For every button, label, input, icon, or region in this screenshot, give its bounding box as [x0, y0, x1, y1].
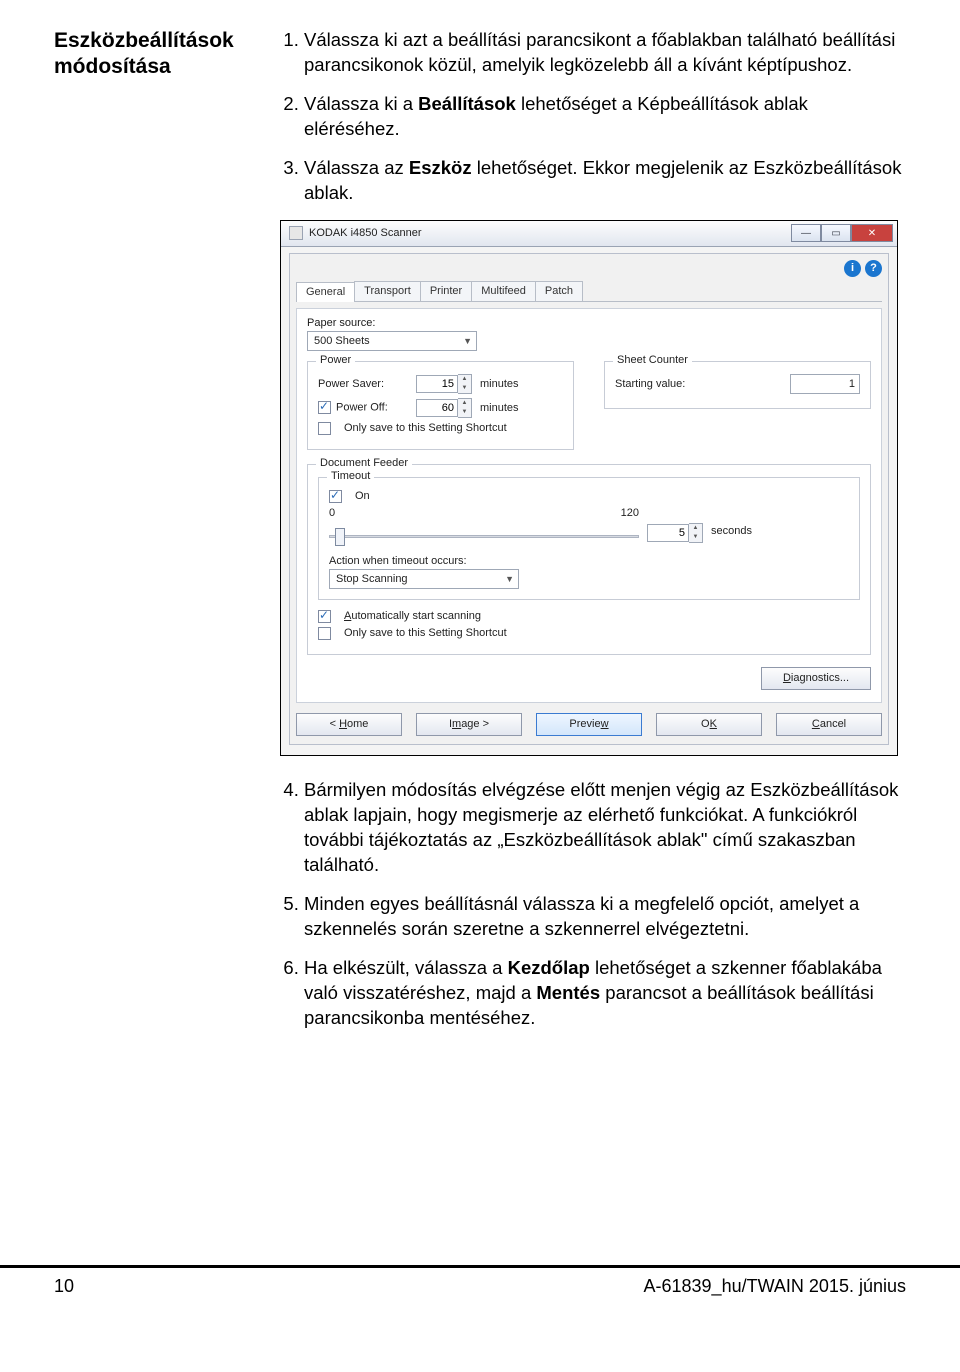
- window-title: KODAK i4850 Scanner: [309, 227, 422, 239]
- sheet-counter-group: Sheet Counter Starting value: 1: [604, 361, 871, 409]
- power-off-stepper[interactable]: ▲▼: [416, 398, 472, 418]
- only-save-checkbox-2[interactable]: [318, 627, 331, 640]
- section-title: Eszközbeállítások módosítása: [54, 28, 254, 81]
- tabs: General Transport Printer Multifeed Patc…: [296, 281, 882, 302]
- tab-multifeed[interactable]: Multifeed: [471, 281, 536, 301]
- minutes-label-2: minutes: [480, 402, 519, 414]
- paper-source-label: Paper source:: [307, 317, 871, 329]
- maximize-button[interactable]: ▭: [821, 224, 851, 242]
- seconds-label: seconds: [711, 525, 752, 537]
- timeout-slider[interactable]: [329, 521, 639, 543]
- power-off-checkbox[interactable]: [318, 401, 331, 414]
- steps-list-continued: Bármilyen módosítás elvégzése előtt menj…: [280, 778, 906, 1031]
- steps-list: Válassza ki azt a beállítási parancsikon…: [280, 28, 906, 206]
- only-save-label-1: Only save to this Setting Shortcut: [344, 422, 507, 434]
- step-5: Minden egyes beállításnál válassza ki a …: [304, 892, 906, 942]
- only-save-checkbox-1[interactable]: [318, 422, 331, 435]
- preview-button[interactable]: Preview: [536, 713, 642, 736]
- window-titlebar: KODAK i4850 Scanner — ▭ ✕: [281, 221, 897, 247]
- power-saver-stepper[interactable]: ▲▼: [416, 374, 472, 394]
- tab-printer[interactable]: Printer: [420, 281, 472, 301]
- doc-id: A-61839_hu/TWAIN 2015. június: [644, 1276, 907, 1297]
- help-icon[interactable]: ?: [865, 260, 882, 277]
- power-saver-value[interactable]: [416, 375, 458, 393]
- step-3: Válassza az Eszköz lehetőséget. Ekkor me…: [304, 156, 906, 206]
- diagnostics-button[interactable]: Diagnostics...: [761, 667, 871, 690]
- timeout-group: Timeout On 0: [318, 477, 860, 600]
- minimize-button[interactable]: —: [791, 224, 821, 242]
- tab-transport[interactable]: Transport: [354, 281, 421, 301]
- slider-min: 0: [329, 507, 335, 519]
- power-group-title: Power: [316, 354, 355, 366]
- power-off-value[interactable]: [416, 399, 458, 417]
- page-footer: 10 A-61839_hu/TWAIN 2015. június: [0, 1265, 960, 1321]
- chevron-down-icon: ▼: [505, 574, 514, 584]
- power-saver-label: Power Saver:: [318, 378, 408, 390]
- only-save-label-2: Only save to this Setting Shortcut: [344, 627, 507, 639]
- power-off-label: Power Off:: [336, 402, 388, 414]
- page-number: 10: [54, 1276, 74, 1297]
- minutes-label: minutes: [480, 378, 519, 390]
- action-dropdown[interactable]: Stop Scanning▼: [329, 569, 519, 589]
- action-label: Action when timeout occurs:: [329, 555, 849, 567]
- step-6: Ha elkészült, válassza a Kezdőlap lehető…: [304, 956, 906, 1031]
- chevron-down-icon: ▼: [463, 336, 472, 346]
- auto-start-label: Automatically start scanning: [344, 610, 481, 622]
- tab-patch[interactable]: Patch: [535, 281, 583, 301]
- timeout-value-stepper[interactable]: ▲▼: [647, 523, 703, 543]
- step-2: Válassza ki a Beállítások lehetőséget a …: [304, 92, 906, 142]
- power-group: Power Power Saver: ▲▼ minutes: [307, 361, 574, 450]
- image-button[interactable]: Image >: [416, 713, 522, 736]
- timeout-on-label: On: [355, 490, 370, 502]
- home-button[interactable]: < Home: [296, 713, 402, 736]
- starting-value-label: Starting value:: [615, 378, 685, 390]
- step-4: Bármilyen módosítás elvégzése előtt menj…: [304, 778, 906, 878]
- tab-general[interactable]: General: [296, 282, 355, 302]
- timeout-title: Timeout: [327, 470, 374, 482]
- document-feeder-title: Document Feeder: [316, 457, 412, 469]
- info-icon[interactable]: i: [844, 260, 861, 277]
- paper-source-dropdown[interactable]: 500 Sheets▼: [307, 331, 477, 351]
- ok-button[interactable]: OK: [656, 713, 762, 736]
- close-button[interactable]: ✕: [851, 224, 893, 242]
- timeout-value[interactable]: [647, 524, 689, 542]
- step-1: Válassza ki azt a beállítási parancsikon…: [304, 28, 906, 78]
- slider-max: 120: [621, 507, 639, 519]
- starting-value-input[interactable]: 1: [790, 374, 860, 394]
- timeout-on-checkbox[interactable]: [329, 490, 342, 503]
- document-feeder-group: Document Feeder Timeout On: [307, 464, 871, 655]
- auto-start-checkbox[interactable]: [318, 610, 331, 623]
- cancel-button[interactable]: Cancel: [776, 713, 882, 736]
- sheet-counter-title: Sheet Counter: [613, 354, 692, 366]
- device-settings-dialog-screenshot: KODAK i4850 Scanner — ▭ ✕ i ? Ge: [280, 220, 898, 756]
- app-icon: [289, 226, 303, 240]
